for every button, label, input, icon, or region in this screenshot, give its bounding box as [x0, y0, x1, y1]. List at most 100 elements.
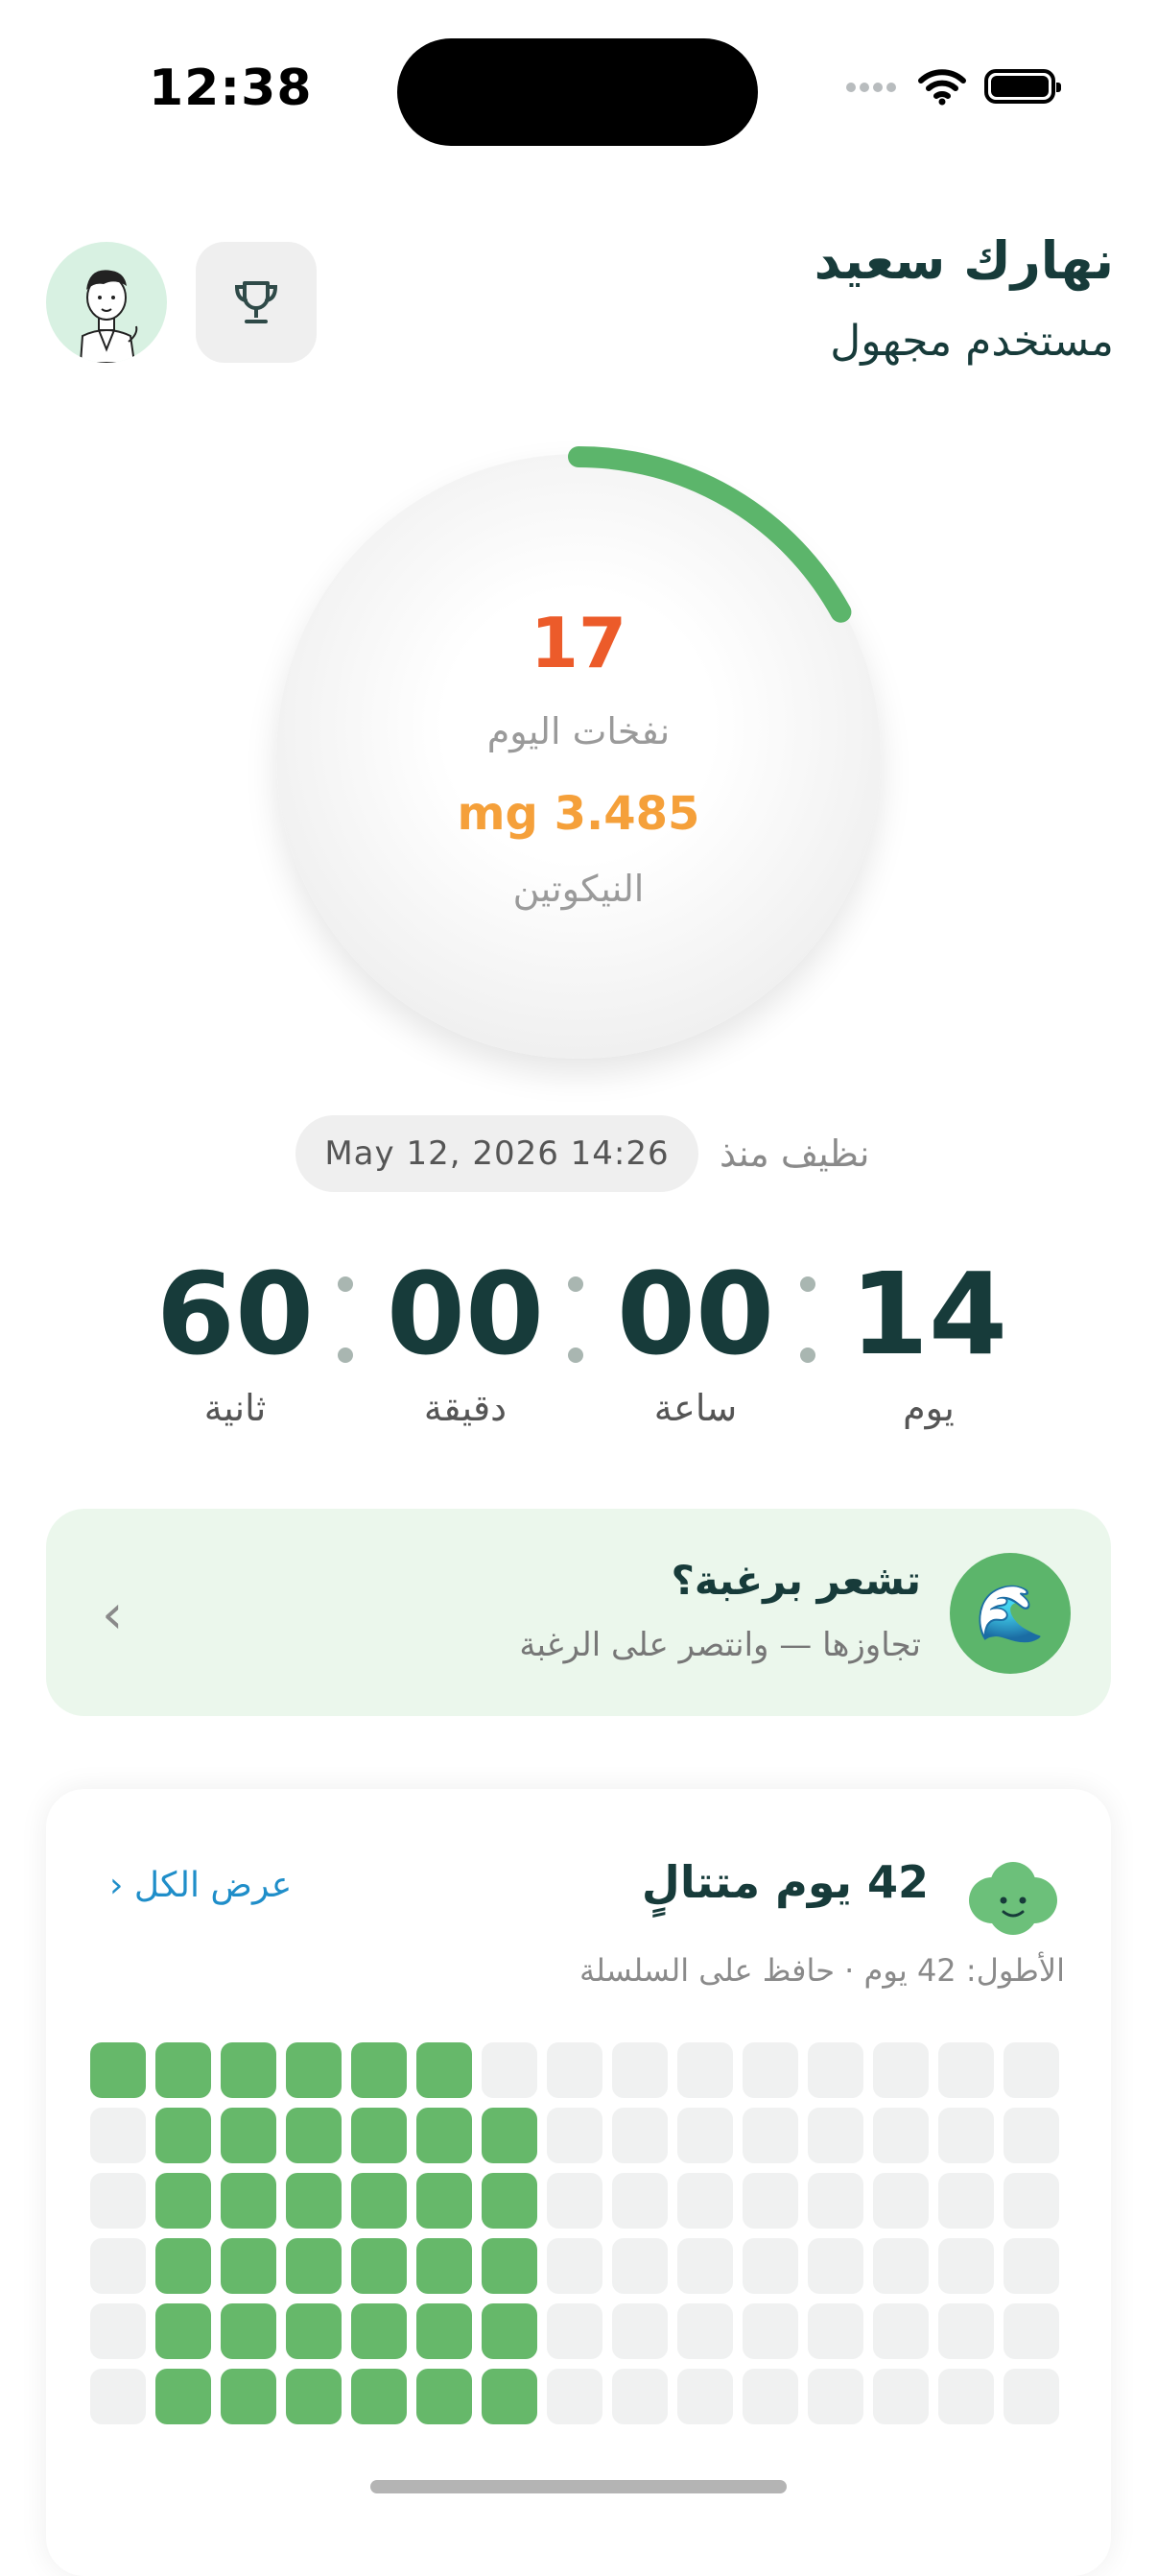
streak-day-inactive	[547, 2042, 602, 2098]
puffs-ring[interactable]	[269, 446, 888, 1066]
streak-day-inactive	[612, 2369, 668, 2424]
streak-day-inactive	[743, 2108, 798, 2163]
streak-day-inactive	[743, 2173, 798, 2229]
achievements-button[interactable]	[196, 242, 317, 363]
avatar[interactable]	[46, 242, 167, 363]
streak-day-inactive	[743, 2303, 798, 2359]
view-all-link[interactable]: عرض الكل ‹	[109, 1866, 292, 1905]
streak-day-active	[416, 2173, 472, 2229]
streak-day-inactive	[677, 2238, 733, 2294]
streak-day-inactive	[743, 2238, 798, 2294]
streak-day-active	[286, 2238, 342, 2294]
nicotine-value: mg 3.485	[457, 787, 700, 841]
streak-day-inactive	[938, 2042, 994, 2098]
streak-day-inactive	[873, 2238, 929, 2294]
streak-day-inactive	[547, 2173, 602, 2229]
timer-days-label: يوم	[903, 1387, 955, 1429]
streak-day-active	[221, 2108, 276, 2163]
streak-day-active	[416, 2303, 472, 2359]
streak-day-active	[416, 2108, 472, 2163]
ring-progress	[568, 446, 852, 623]
trophy-icon	[234, 281, 278, 323]
streak-day-inactive	[743, 2042, 798, 2098]
timer-seconds: 60	[155, 1248, 315, 1380]
streak-day-inactive	[90, 2108, 146, 2163]
streak-day-inactive	[873, 2173, 929, 2229]
streak-day-active	[351, 2303, 407, 2359]
signal-icon	[846, 78, 900, 96]
battery-icon	[984, 69, 1061, 104]
streak-day-active	[155, 2303, 211, 2359]
streak-day-active	[286, 2173, 342, 2229]
home-indicator[interactable]	[370, 2480, 787, 2493]
streak-day-inactive	[90, 2303, 146, 2359]
streak-day-active	[155, 2108, 211, 2163]
streak-day-active	[482, 2303, 537, 2359]
streak-day-inactive	[938, 2173, 994, 2229]
streak-day-inactive	[677, 2369, 733, 2424]
streak-day-inactive	[873, 2042, 929, 2098]
streak-day-active	[482, 2108, 537, 2163]
streak-day-inactive	[1004, 2303, 1059, 2359]
streak-day-inactive	[612, 2238, 668, 2294]
greeting-title: نهارك سعيد	[814, 230, 1114, 291]
streak-day-inactive	[808, 2303, 863, 2359]
streak-day-active	[416, 2369, 472, 2424]
puffs-count: 17	[530, 603, 627, 683]
streak-day-active	[351, 2108, 407, 2163]
streak-day-active	[221, 2042, 276, 2098]
craving-title: تشعر برغبة؟	[671, 1557, 921, 1604]
streak-day-inactive	[1004, 2369, 1059, 2424]
streak-day-inactive	[482, 2042, 537, 2098]
streak-title: 42 يوم متتالٍ	[641, 1856, 929, 1908]
timer-minutes-label: دقيقة	[423, 1387, 508, 1429]
streak-day-active	[221, 2369, 276, 2424]
streak-day-inactive	[90, 2369, 146, 2424]
streak-day-inactive	[612, 2303, 668, 2359]
streak-day-inactive	[1004, 2042, 1059, 2098]
timer-days: 14	[849, 1248, 1008, 1380]
streak-day-inactive	[938, 2369, 994, 2424]
streak-day-inactive	[677, 2042, 733, 2098]
streak-day-active	[482, 2173, 537, 2229]
streak-day-active	[416, 2042, 472, 2098]
streak-day-active	[155, 2238, 211, 2294]
streak-grid	[90, 2042, 1069, 2576]
streak-day-active	[351, 2369, 407, 2424]
streak-day-inactive	[873, 2303, 929, 2359]
streak-day-active	[351, 2238, 407, 2294]
chevron-left-icon: ‹	[109, 1866, 124, 1905]
streak-day-inactive	[808, 2042, 863, 2098]
streak-day-active	[286, 2108, 342, 2163]
streak-day-inactive	[90, 2238, 146, 2294]
streak-day-active	[286, 2042, 342, 2098]
streak-day-inactive	[547, 2303, 602, 2359]
clean-since-label: نظيف منذ	[720, 1133, 870, 1175]
timer-hours: 00	[616, 1248, 775, 1380]
streak-day-inactive	[612, 2108, 668, 2163]
streak-day-inactive	[808, 2369, 863, 2424]
streak-day-inactive	[612, 2042, 668, 2098]
streak-day-inactive	[873, 2369, 929, 2424]
timer-separator	[789, 1276, 827, 1363]
streak-day-active	[286, 2369, 342, 2424]
streak-day-active	[155, 2369, 211, 2424]
clean-since-date[interactable]: May 12, 2026 14:26	[295, 1115, 698, 1192]
streak-card: 42 يوم متتالٍ عرض الكل ‹ الأطول: 42 يوم …	[46, 1789, 1111, 2576]
streak-day-inactive	[547, 2108, 602, 2163]
user-label: مستخدم مجهول	[830, 317, 1114, 366]
streak-day-inactive	[743, 2369, 798, 2424]
streak-day-active	[286, 2303, 342, 2359]
streak-day-active	[155, 2042, 211, 2098]
view-all-label: عرض الكل	[133, 1866, 293, 1905]
timer-minutes: 00	[386, 1248, 545, 1380]
dynamic-island	[397, 38, 758, 146]
streak-day-inactive	[1004, 2238, 1059, 2294]
streak-day-inactive	[808, 2108, 863, 2163]
streak-day-inactive	[90, 2173, 146, 2229]
chevron-left-icon: ‹	[102, 1584, 124, 1646]
streak-day-inactive	[938, 2108, 994, 2163]
craving-card[interactable]: 🌊 تشعر برغبة؟ تجاوزها — وانتصر على الرغب…	[46, 1509, 1111, 1716]
streak-day-inactive	[612, 2173, 668, 2229]
streak-day-active	[351, 2173, 407, 2229]
